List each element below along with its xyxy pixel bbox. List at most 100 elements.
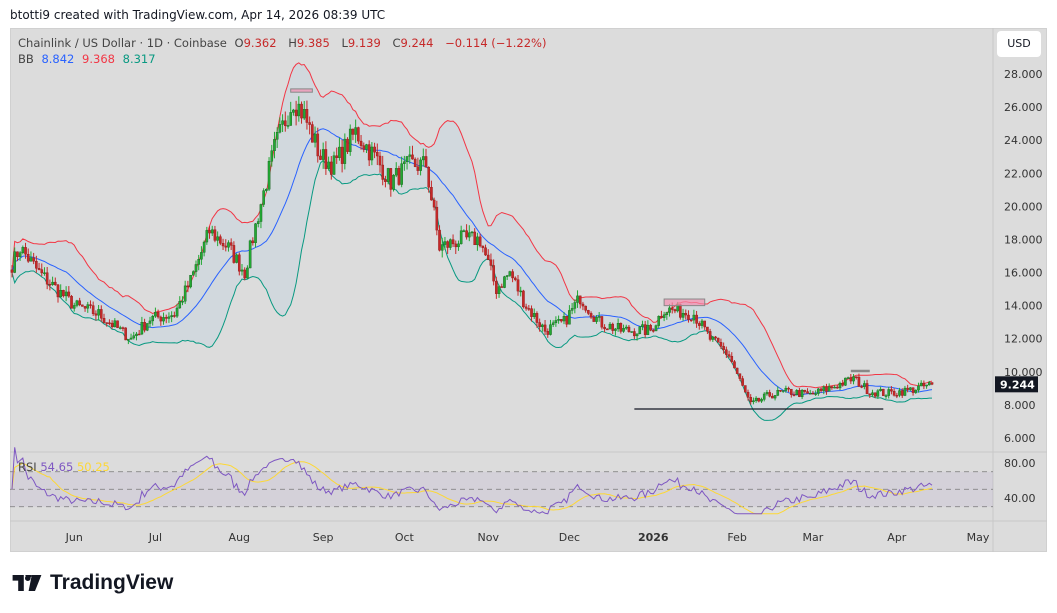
candle-body [406, 156, 408, 161]
price-tick-label: 6.000 [1004, 432, 1036, 445]
candle-body [447, 242, 449, 248]
candle-body [563, 316, 565, 321]
candle-body [284, 121, 286, 126]
candle-body [160, 317, 162, 321]
candle-body [349, 129, 351, 152]
bb-label[interactable]: BB [18, 52, 34, 66]
candle-body [907, 388, 909, 390]
candle-body [850, 378, 852, 381]
candle-body [95, 314, 97, 315]
candle-body [295, 110, 297, 116]
candle-body [70, 296, 72, 308]
time-tick-label: Dec [559, 531, 580, 544]
price-chart[interactable]: 28.00026.00024.00022.00020.00018.00016.0… [0, 0, 1057, 613]
time-tick-label: Feb [727, 531, 746, 544]
candle-body [471, 232, 473, 233]
candle-body [246, 268, 248, 278]
candle-body [395, 168, 397, 175]
candle-body [571, 308, 573, 310]
candle-body [530, 309, 532, 317]
candle-body [449, 240, 451, 248]
candle-body [628, 327, 630, 332]
candle-body [125, 328, 127, 340]
candle-body [76, 301, 78, 306]
candle-body [79, 301, 81, 305]
candle-body [820, 389, 822, 391]
candle-body [874, 393, 876, 397]
candle-body [779, 390, 781, 391]
rsi-label[interactable]: RSI [18, 460, 37, 474]
candle-body [576, 296, 578, 303]
candle-body [422, 156, 424, 159]
candle-body [790, 389, 792, 394]
candle-body [341, 147, 343, 164]
candle-body [798, 390, 800, 396]
currency-button[interactable]: USD [997, 31, 1041, 57]
candle-body [89, 305, 91, 306]
candle-body [62, 290, 64, 296]
candle-body [758, 398, 760, 401]
candle-body [747, 392, 749, 397]
candle-body [793, 395, 795, 396]
candle-body [904, 388, 906, 395]
candle-body [487, 255, 489, 260]
candle-body [901, 391, 903, 396]
candle-body [752, 401, 754, 402]
candle-body [704, 321, 706, 327]
candle-body [863, 383, 865, 386]
candle-body [844, 378, 846, 385]
candle-body [217, 237, 219, 241]
time-tick-label: Jul [148, 531, 162, 544]
candle-body [97, 309, 99, 315]
candle-body [839, 383, 841, 388]
candle-body [46, 273, 48, 284]
candle-body [219, 237, 221, 244]
candle-body [898, 391, 900, 396]
candle-body [230, 243, 232, 246]
candle-body [771, 396, 773, 398]
candle-body [782, 391, 784, 392]
candle-body [157, 312, 159, 317]
candle-body [179, 301, 181, 308]
candle-body [490, 260, 492, 266]
candle-body [612, 324, 614, 330]
candle-body [154, 312, 156, 316]
candle-body [189, 275, 191, 287]
candle-body [162, 317, 164, 321]
candle-body [41, 270, 43, 273]
candle-body [87, 305, 89, 309]
candle-body [108, 323, 110, 324]
rsi-ma-value: 50.25 [77, 460, 110, 474]
candle-body [401, 164, 403, 185]
candle-body [33, 258, 35, 262]
candle-body [200, 252, 202, 259]
candle-body [525, 307, 527, 309]
candle-body [896, 395, 898, 396]
candle-body [622, 328, 624, 331]
candle-body [398, 168, 400, 184]
candle-body [679, 304, 681, 317]
candle-body [379, 156, 381, 165]
chart-legend: Chainlink / US Dollar · 1D · Coinbase O9… [18, 35, 550, 67]
candle-body [590, 313, 592, 317]
candle-body [766, 392, 768, 394]
price-tick-label: 14.000 [1004, 300, 1043, 313]
candle-body [235, 255, 237, 263]
candle-body [368, 145, 370, 160]
candle-body [739, 374, 741, 379]
candle-body [923, 383, 925, 386]
candle-body [701, 321, 703, 326]
time-tick-label: Nov [478, 531, 500, 544]
tradingview-logo-icon [12, 575, 42, 591]
candle-body [493, 265, 495, 281]
candle-body [855, 377, 857, 378]
candle-body [438, 230, 440, 250]
time-tick-label: Oct [395, 531, 415, 544]
candle-body [568, 310, 570, 324]
candle-body [81, 305, 83, 307]
symbol-title[interactable]: Chainlink / US Dollar · 1D · Coinbase [18, 36, 227, 50]
candle-body [403, 162, 405, 164]
tradingview-logo[interactable]: TradingView [12, 571, 173, 595]
candle-body [852, 377, 854, 381]
candle-body [501, 287, 503, 288]
